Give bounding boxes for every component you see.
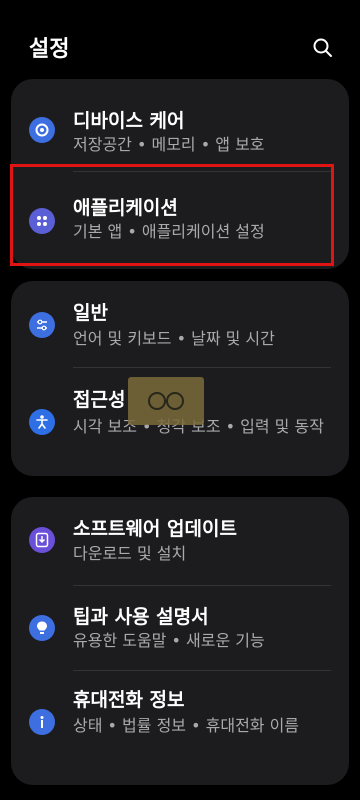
settings-card-device: 디바이스 케어 저장공간 • 메모리 • 앱 보호 애플리케이션 기본 앱 • … xyxy=(11,79,349,269)
device-care-icon xyxy=(29,117,55,143)
menu-item-title: 휴대전화 정보 xyxy=(73,689,185,711)
menu-item-applications[interactable]: 애플리케이션 기본 앱 • 애플리케이션 설정 xyxy=(11,171,349,269)
menu-item-subtitle: 상태 • 법률 정보 • 휴대전화 이름 xyxy=(73,716,300,735)
menu-item-subtitle: 언어 및 키보드 • 날짜 및 시간 xyxy=(73,329,275,348)
menu-item-subtitle: 기본 앱 • 애플리케이션 설정 xyxy=(73,222,265,241)
menu-item-general[interactable]: 일반 언어 및 키보드 • 날짜 및 시간 xyxy=(11,281,349,367)
general-management-icon xyxy=(29,312,55,338)
menu-item-title: 소프트웨어 업데이트 xyxy=(73,518,237,540)
info-icon xyxy=(29,709,55,735)
menu-item-title: 애플리케이션 xyxy=(73,197,178,219)
watermark-logo xyxy=(128,377,204,425)
software-update-icon xyxy=(29,527,55,553)
page-title: 설정 xyxy=(29,37,70,62)
menu-item-title: 디바이스 케어 xyxy=(73,110,185,132)
search-button[interactable] xyxy=(310,35,336,61)
menu-item-device-care[interactable]: 디바이스 케어 저장공간 • 메모리 • 앱 보호 xyxy=(11,79,349,171)
app-header: 설정 xyxy=(0,0,360,80)
search-icon xyxy=(313,38,332,57)
settings-card-about: 소프트웨어 업데이트 다운로드 및 설치 팁과 사용 설명서 유용한 도움말 •… xyxy=(11,497,349,785)
menu-item-title: 접근성 xyxy=(73,389,126,411)
menu-item-software-update[interactable]: 소프트웨어 업데이트 다운로드 및 설치 xyxy=(11,497,349,585)
accessibility-icon xyxy=(29,409,55,435)
menu-item-tips[interactable]: 팁과 사용 설명서 유용한 도움말 • 새로운 기능 xyxy=(11,585,349,670)
menu-item-subtitle: 유용한 도움말 • 새로운 기능 xyxy=(73,631,265,650)
apps-icon xyxy=(29,208,55,234)
menu-item-subtitle: 다운로드 및 설치 xyxy=(73,544,187,563)
tips-icon xyxy=(29,615,55,641)
menu-item-subtitle: 저장공간 • 메모리 • 앱 보호 xyxy=(73,135,265,154)
menu-item-title: 일반 xyxy=(73,302,108,324)
menu-item-title: 팁과 사용 설명서 xyxy=(73,606,209,628)
menu-item-phone-info[interactable]: 휴대전화 정보 상태 • 법률 정보 • 휴대전화 이름 xyxy=(11,670,349,785)
